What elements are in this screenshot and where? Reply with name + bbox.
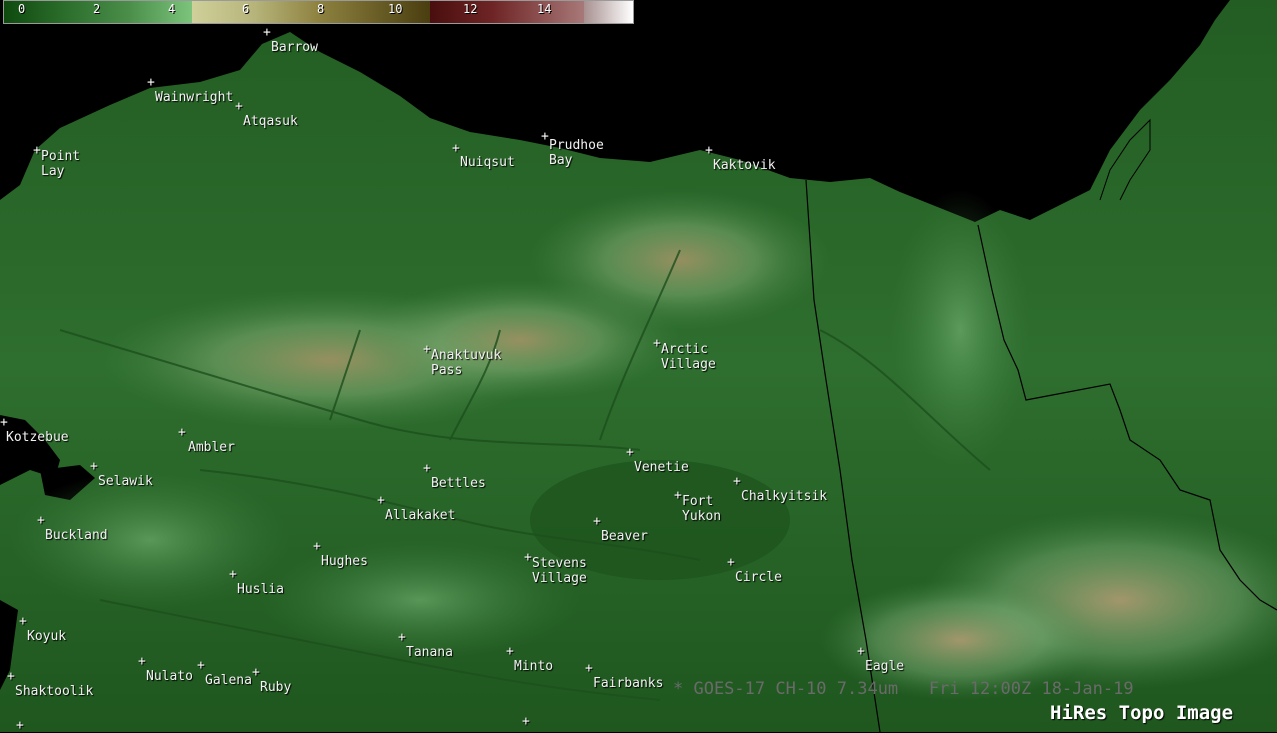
city-label-kaktovik: Kaktovik <box>713 158 776 173</box>
city-label-beaver: Beaver <box>601 529 648 544</box>
city-marker-icon: + <box>0 415 8 430</box>
city-label-nuiqsut: Nuiqsut <box>460 155 515 170</box>
city-marker-icon: + <box>452 141 460 156</box>
city-marker-icon: + <box>7 669 15 684</box>
city-label-wainwright: Wainwright <box>155 90 234 105</box>
city-marker-icon: + <box>857 644 865 659</box>
city-label-galena: Galena <box>205 673 252 688</box>
city-marker-icon: + <box>524 550 532 565</box>
city-label-ambler: Ambler <box>188 440 235 455</box>
city-label-arctic-village: Arctic Village <box>661 342 716 372</box>
city-marker-icon: + <box>178 425 186 440</box>
city-marker-icon: + <box>263 25 271 40</box>
city-label-barrow: Barrow <box>271 40 318 55</box>
city-marker-icon: + <box>197 658 205 673</box>
satellite-caption: * GOES-17 CH-10 7.34um Fri 12:00Z 18-Jan… <box>673 679 1134 699</box>
city-marker-icon: + <box>593 514 601 529</box>
city-label-tanana: Tanana <box>406 645 453 660</box>
city-label-huslia: Huslia <box>237 582 284 597</box>
cb-seg-8 <box>584 1 633 23</box>
city-marker-icon: + <box>522 714 530 729</box>
city-marker-icon: + <box>541 129 549 144</box>
city-marker-icon: + <box>705 143 713 158</box>
city-label-point-lay: Point Lay <box>41 149 81 179</box>
city-label-anaktuvuk-pass: Anaktuvuk Pass <box>431 348 502 378</box>
city-label-kotzebue: Kotzebue <box>6 430 69 445</box>
city-marker-icon: + <box>313 539 321 554</box>
cb-tick: 4 <box>168 2 176 16</box>
city-marker-icon: + <box>733 474 741 489</box>
city-label-nulato: Nulato <box>146 669 193 684</box>
city-label-stevens-village: Stevens Village <box>532 556 587 586</box>
city-marker-icon: + <box>727 555 735 570</box>
richardson-mountains <box>890 190 1030 470</box>
city-label-hughes: Hughes <box>321 554 368 569</box>
city-label-selawik: Selawik <box>98 474 153 489</box>
city-marker-icon: + <box>19 614 27 629</box>
city-marker-icon: + <box>423 461 431 476</box>
cb-tick: 6 <box>242 2 250 16</box>
city-label-bettles: Bettles <box>431 476 486 491</box>
city-label-atqasuk: Atqasuk <box>243 114 298 129</box>
city-marker-icon: + <box>653 336 661 351</box>
cb-tick: 0 <box>18 2 26 16</box>
cb-seg-6 <box>430 1 492 23</box>
city-marker-icon: + <box>33 143 41 158</box>
city-label-prudhoe-bay: Prudhoe Bay <box>549 138 604 168</box>
city-label-ruby: Ruby <box>260 680 292 695</box>
city-marker-icon: + <box>37 513 45 528</box>
cb-seg-4 <box>255 1 318 23</box>
city-marker-icon: + <box>626 445 634 460</box>
cb-tick: 14 <box>537 2 552 16</box>
cb-tick: 2 <box>93 2 101 16</box>
cb-seg-0 <box>4 1 66 23</box>
color-bar: 0 2 4 6 8 10 12 14 <box>3 0 634 24</box>
city-marker-icon: + <box>16 718 24 733</box>
city-marker-icon: + <box>229 567 237 582</box>
city-label-venetie: Venetie <box>634 460 689 475</box>
city-marker-icon: + <box>423 342 431 357</box>
city-marker-icon: + <box>235 99 243 114</box>
brooks-range-east <box>530 190 830 330</box>
cb-tick: 10 <box>388 2 403 16</box>
cb-tick: 12 <box>463 2 478 16</box>
topo-map <box>0 0 1277 732</box>
city-marker-icon: + <box>377 493 385 508</box>
city-label-eagle: Eagle <box>865 659 905 674</box>
city-label-fort-yukon: Fort Yukon <box>682 494 722 524</box>
city-marker-icon: + <box>585 661 593 676</box>
city-marker-icon: + <box>674 488 682 503</box>
city-label-allakaket: Allakaket <box>385 508 456 523</box>
city-marker-icon: + <box>506 644 514 659</box>
city-label-buckland: Buckland <box>45 528 108 543</box>
cb-seg-5 <box>318 1 430 23</box>
city-label-fairbanks: Fairbanks <box>593 676 664 691</box>
topo-caption: HiRes Topo Image <box>1050 702 1234 724</box>
city-marker-icon: + <box>147 75 155 90</box>
city-label-koyuk: Koyuk <box>27 629 67 644</box>
city-label-shaktoolik: Shaktoolik <box>15 684 94 699</box>
city-label-chalkyitsik: Chalkyitsik <box>741 489 828 504</box>
city-marker-icon: + <box>252 665 260 680</box>
city-marker-icon: + <box>398 630 406 645</box>
city-label-minto: Minto <box>514 659 554 674</box>
city-marker-icon: + <box>138 654 146 669</box>
city-label-circle: Circle <box>735 570 782 585</box>
cb-seg-2 <box>129 1 192 23</box>
city-marker-icon: + <box>90 459 98 474</box>
cb-tick: 8 <box>317 2 325 16</box>
